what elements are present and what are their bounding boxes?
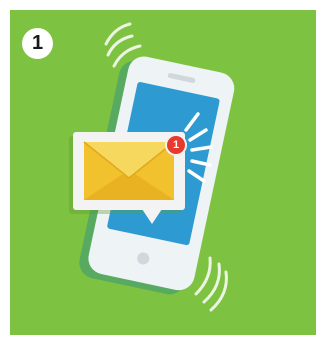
illustration-frame: 1 1	[0, 0, 326, 345]
notification-badge: 1	[167, 136, 185, 154]
envelope-icon	[83, 141, 175, 200]
step-number-badge: 1	[22, 28, 53, 59]
illustration-panel: 1 1	[10, 10, 316, 335]
phone-message-illustration	[10, 10, 316, 335]
